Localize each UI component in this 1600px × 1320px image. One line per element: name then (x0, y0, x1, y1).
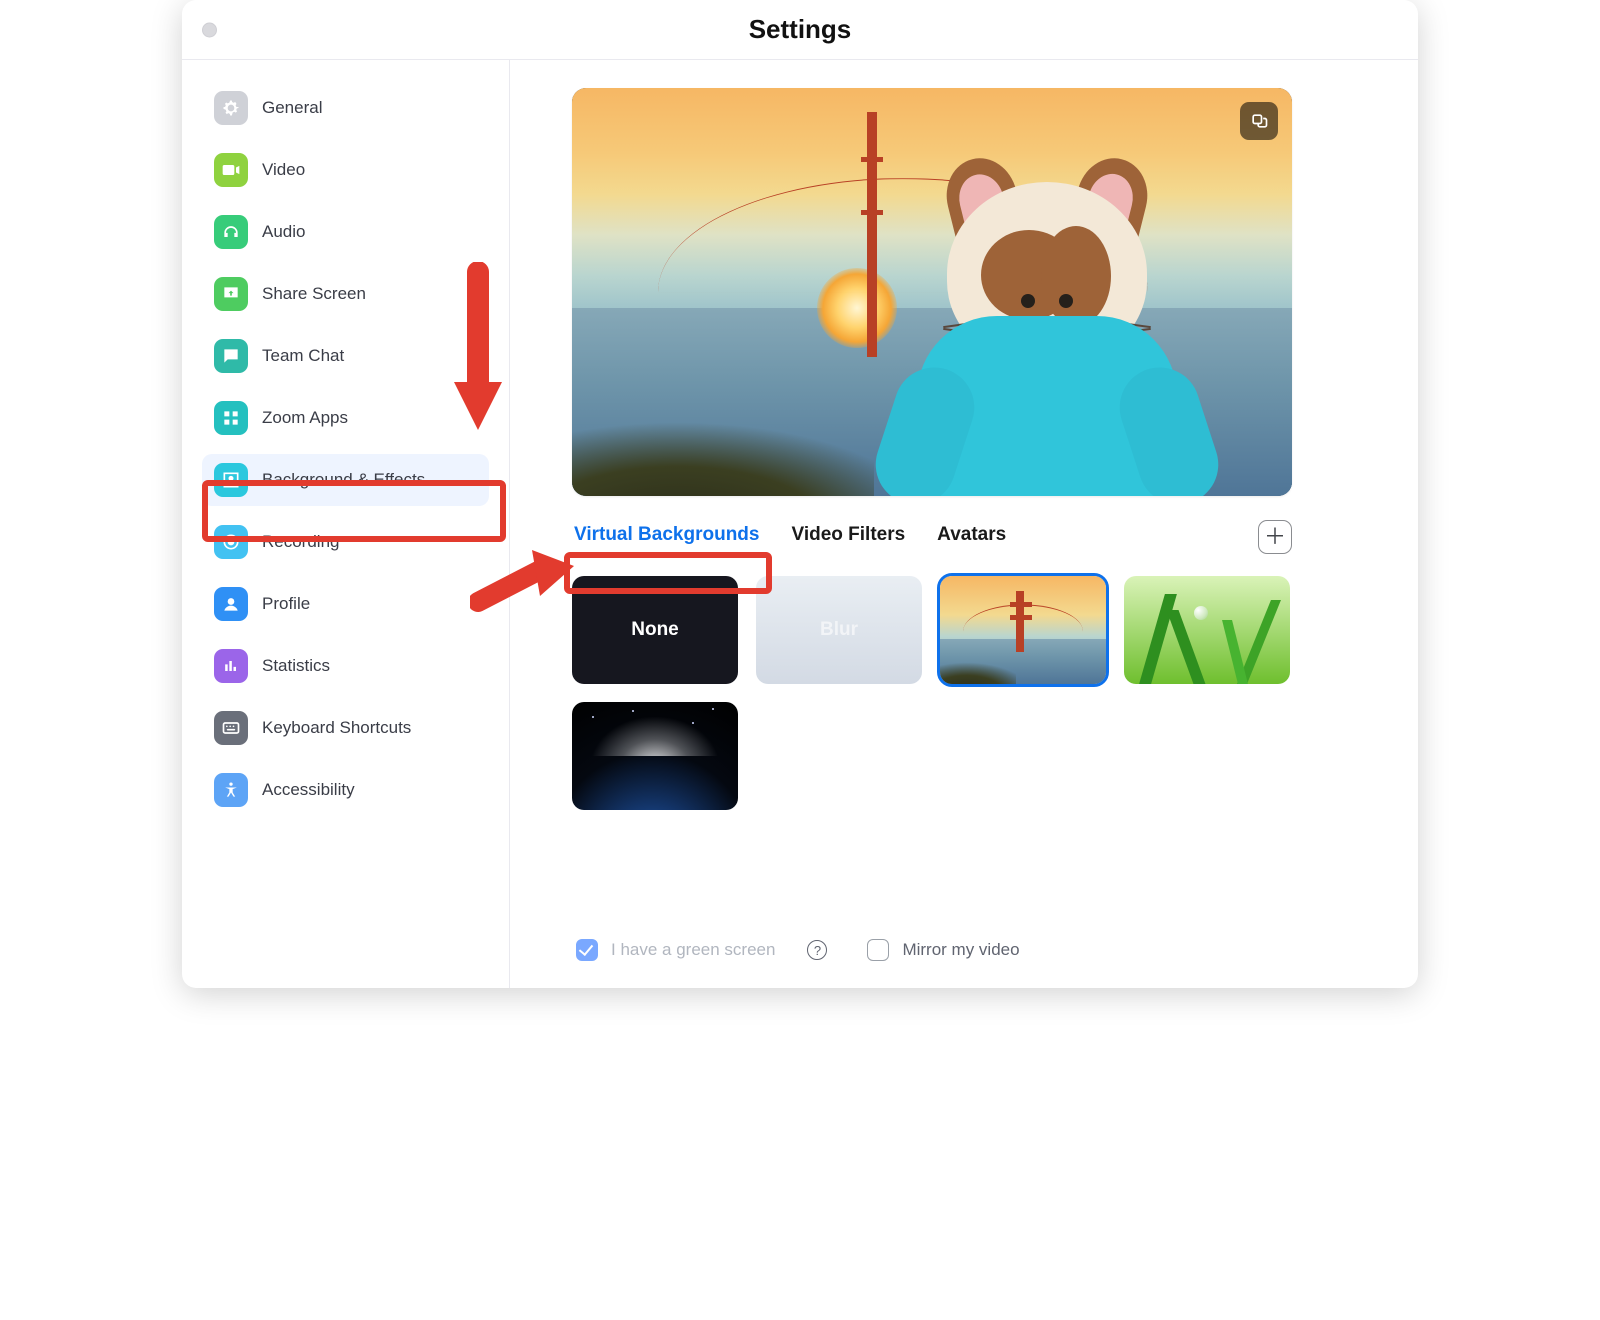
sidebar-item-accessibility[interactable]: Accessibility (202, 764, 489, 816)
apps-icon (214, 401, 248, 435)
bg-option-label: None (631, 619, 679, 641)
bar-chart-icon (214, 649, 248, 683)
green-screen-option[interactable]: I have a green screen (572, 936, 775, 964)
sidebar-item-label: Statistics (262, 656, 330, 676)
sidebar-item-profile[interactable]: Profile (202, 578, 489, 630)
mirror-video-label: Mirror my video (902, 940, 1019, 960)
effects-tabs: Virtual Backgrounds Video Filters Avatar… (572, 520, 1292, 550)
chat-icon (214, 339, 248, 373)
sidebar-item-background-effects[interactable]: Background & Effects (202, 454, 489, 506)
bg-option-label: Blur (820, 619, 858, 641)
sidebar-item-team-chat[interactable]: Team Chat (202, 330, 489, 382)
sidebar-item-label: Profile (262, 594, 310, 614)
sidebar-item-label: Zoom Apps (262, 408, 348, 428)
rotate-camera-button[interactable] (1240, 102, 1278, 140)
window-traffic-lights[interactable] (202, 22, 217, 37)
titlebar: Settings (182, 0, 1418, 60)
person-frame-icon (214, 463, 248, 497)
main-panel: Virtual Backgrounds Video Filters Avatar… (510, 60, 1418, 988)
gear-icon (214, 91, 248, 125)
record-icon (214, 525, 248, 559)
sidebar-item-label: Background & Effects (262, 470, 425, 490)
sidebar-item-label: Keyboard Shortcuts (262, 718, 411, 738)
sidebar-item-zoom-apps[interactable]: Zoom Apps (202, 392, 489, 444)
add-background-button[interactable]: ＋ (1258, 520, 1292, 554)
plus-icon: ＋ (1264, 526, 1286, 548)
sidebar-item-keyboard-shortcuts[interactable]: Keyboard Shortcuts (202, 702, 489, 754)
accessibility-icon (214, 773, 248, 807)
settings-sidebar: General Video Audio Share Screen (182, 60, 510, 988)
bg-option-earth[interactable] (572, 702, 738, 810)
sidebar-item-label: Video (262, 160, 305, 180)
profile-icon (214, 587, 248, 621)
bg-option-golden-gate[interactable] (940, 576, 1106, 684)
tab-avatars[interactable]: Avatars (935, 520, 1008, 550)
background-thumbnails: None Blur (572, 576, 1312, 810)
keyboard-icon (214, 711, 248, 745)
bg-option-none[interactable]: None (572, 576, 738, 684)
video-icon (214, 153, 248, 187)
sidebar-item-share-screen[interactable]: Share Screen (202, 268, 489, 320)
green-screen-checkbox[interactable] (576, 939, 598, 961)
window-title: Settings (182, 14, 1418, 45)
sidebar-item-audio[interactable]: Audio (202, 206, 489, 258)
mirror-video-option[interactable]: Mirror my video (863, 936, 1019, 964)
green-screen-help-icon[interactable]: ? (807, 940, 827, 960)
headphones-icon (214, 215, 248, 249)
sidebar-item-label: Team Chat (262, 346, 344, 366)
sidebar-item-recording[interactable]: Recording (202, 516, 489, 568)
share-screen-icon (214, 277, 248, 311)
tab-virtual-backgrounds[interactable]: Virtual Backgrounds (572, 520, 761, 550)
green-screen-label: I have a green screen (611, 940, 775, 960)
tab-video-filters[interactable]: Video Filters (789, 520, 907, 550)
sidebar-item-label: General (262, 98, 322, 118)
mirror-video-checkbox[interactable] (867, 939, 889, 961)
sidebar-item-video[interactable]: Video (202, 144, 489, 196)
bg-option-grass[interactable] (1124, 576, 1290, 684)
sidebar-item-general[interactable]: General (202, 82, 489, 134)
sidebar-item-label: Accessibility (262, 780, 355, 800)
footer-options: I have a green screen ? Mirror my video (572, 936, 1376, 968)
video-preview (572, 88, 1292, 496)
sidebar-item-statistics[interactable]: Statistics (202, 640, 489, 692)
sidebar-item-label: Recording (262, 532, 340, 552)
bg-option-blur[interactable]: Blur (756, 576, 922, 684)
sidebar-item-label: Share Screen (262, 284, 366, 304)
sidebar-item-label: Audio (262, 222, 305, 242)
